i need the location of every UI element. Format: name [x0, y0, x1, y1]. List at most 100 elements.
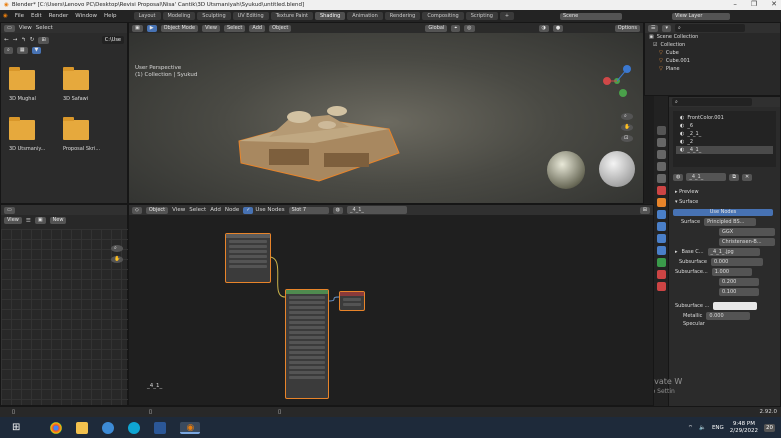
- menu-window[interactable]: Window: [75, 13, 97, 19]
- principled-bsdf-node[interactable]: [285, 289, 329, 399]
- parent-dir-icon[interactable]: ↰: [21, 37, 26, 43]
- menu-icon[interactable]: ☰: [26, 218, 31, 224]
- menu-render[interactable]: Render: [49, 13, 69, 19]
- editor-type-button[interactable]: ▭: [4, 24, 15, 32]
- network-icon[interactable]: ⌔: [688, 424, 693, 431]
- tab-animation[interactable]: Animation: [347, 12, 383, 20]
- refresh-icon[interactable]: ↻: [30, 37, 35, 43]
- subsurface-value-field[interactable]: 0.000: [711, 258, 763, 266]
- tab-layout[interactable]: Layout: [133, 12, 161, 20]
- radius-z-field[interactable]: 0.100: [719, 288, 759, 296]
- outliner-row-plane[interactable]: ▽ Plane: [645, 65, 780, 73]
- output-tab-icon[interactable]: [656, 150, 666, 159]
- snap-icon[interactable]: ⌖: [451, 24, 461, 32]
- view-layer-selector[interactable]: View Layer: [672, 12, 730, 20]
- overlays-icon[interactable]: ◑: [538, 24, 549, 32]
- forward-arrow-icon[interactable]: →: [13, 37, 18, 43]
- display-mode-icon[interactable]: ▾: [662, 24, 671, 32]
- image-list-item[interactable]: ◐ _6: [676, 122, 773, 130]
- tab-sculpting[interactable]: Sculpting: [197, 12, 231, 20]
- file-item[interactable]: 3D Utsmaniy...: [9, 117, 59, 152]
- view-layer-tab-icon[interactable]: [656, 162, 666, 171]
- world-tab-icon[interactable]: [656, 186, 666, 195]
- chrome-icon[interactable]: [50, 421, 63, 434]
- building-model[interactable]: [229, 81, 409, 191]
- particles-tab-icon[interactable]: [656, 222, 666, 231]
- blender-taskbar-icon[interactable]: ◉: [180, 421, 201, 434]
- file-browser-view-menu[interactable]: View: [19, 25, 32, 31]
- language-indicator[interactable]: ENG: [712, 425, 724, 431]
- shading-mode-icon[interactable]: ●: [552, 24, 564, 32]
- outliner-row-collection[interactable]: ☑ Collection: [645, 41, 780, 49]
- image-list-item[interactable]: ◐ _2: [676, 138, 773, 146]
- editor-type-button[interactable]: ▣: [132, 24, 143, 32]
- display-mode-icon[interactable]: ▦: [16, 47, 28, 54]
- radius-y-field[interactable]: 0.200: [719, 278, 759, 286]
- data-tab-icon[interactable]: [656, 258, 666, 267]
- file-browser-select-menu[interactable]: Select: [36, 25, 53, 31]
- subsurface-method-dropdown[interactable]: Christensen-B...: [719, 238, 775, 246]
- search-icon[interactable]: ⌕: [4, 47, 13, 54]
- image-browse-icon[interactable]: ▣: [34, 217, 46, 224]
- viewport-view-menu[interactable]: View: [202, 24, 220, 32]
- tab-scripting[interactable]: Scripting: [465, 12, 498, 20]
- editor-type-button[interactable]: ▭: [4, 206, 15, 214]
- 3d-viewport[interactable]: ▣ ▶ Object Mode View Select Add Object G…: [128, 22, 644, 204]
- path-field[interactable]: C:\Use: [101, 36, 124, 44]
- editor-type-button[interactable]: ☰: [648, 24, 659, 32]
- image-list-item-selected[interactable]: ◐ _4_1_: [676, 146, 773, 154]
- tab-shading[interactable]: Shading: [314, 12, 346, 20]
- add-workspace-button[interactable]: +: [499, 12, 515, 20]
- menu-help[interactable]: Help: [104, 13, 117, 19]
- zoom-icon[interactable]: ⌕: [111, 245, 124, 252]
- new-image-button[interactable]: New: [49, 217, 67, 224]
- unlink-material-icon[interactable]: ✕: [741, 173, 753, 181]
- image-canvas[interactable]: [1, 229, 129, 405]
- preview-section[interactable]: ▸ Preview: [669, 187, 780, 197]
- proportional-edit-icon[interactable]: ◎: [464, 24, 475, 32]
- pan-hand-icon[interactable]: ✋: [111, 256, 124, 263]
- tab-uv-editing[interactable]: UV Editing: [232, 12, 269, 20]
- outliner-row-scene-collection[interactable]: ▣ Scene Collection: [645, 33, 780, 41]
- physics-tab-icon[interactable]: [656, 234, 666, 243]
- zoom-icon[interactable]: ⌕: [621, 113, 634, 120]
- file-item[interactable]: 3D Safawi: [63, 67, 113, 102]
- distribution-dropdown[interactable]: GGX: [719, 228, 775, 236]
- select-tool-icon[interactable]: ▶: [146, 24, 157, 32]
- windows-start-icon[interactable]: ⊞: [12, 422, 20, 433]
- minimize-button[interactable]: –: [733, 0, 737, 8]
- surface-shader-field[interactable]: Principled BS...: [704, 218, 757, 226]
- notification-badge[interactable]: 20: [764, 423, 775, 432]
- surface-section[interactable]: ▾ Surface: [669, 197, 780, 207]
- material-sphere-icon[interactable]: ◍: [673, 173, 684, 181]
- image-texture-node[interactable]: [225, 233, 271, 283]
- modifier-tab-icon[interactable]: [656, 210, 666, 219]
- clock[interactable]: 9:48 PM 2/29/2022: [730, 421, 758, 435]
- subsurface-color-swatch[interactable]: [713, 302, 758, 310]
- outliner-search-field[interactable]: ⌕: [675, 24, 745, 32]
- viewport-options-button[interactable]: Options: [614, 24, 640, 32]
- constraints-tab-icon[interactable]: [656, 246, 666, 255]
- pan-hand-icon[interactable]: ✋: [621, 124, 634, 131]
- tool-tab-icon[interactable]: [656, 126, 666, 135]
- material-name-field[interactable]: _4_1_: [686, 173, 727, 181]
- file-item[interactable]: Proposal Skri...: [63, 117, 113, 152]
- maximize-button[interactable]: ❐: [751, 0, 757, 8]
- scene-selector[interactable]: Scene: [560, 12, 622, 20]
- navigation-gizmo[interactable]: [597, 59, 637, 103]
- render-tab-icon[interactable]: [656, 138, 666, 147]
- outliner-row-cube[interactable]: ▽ Cube: [645, 49, 780, 57]
- use-nodes-button[interactable]: Use Nodes: [673, 208, 773, 216]
- radius-x-field[interactable]: 1.000: [711, 268, 752, 276]
- object-tab-icon[interactable]: [656, 198, 666, 207]
- file-item[interactable]: 3D Mughal: [9, 67, 59, 102]
- blender-menu-icon[interactable]: ◉: [3, 13, 8, 19]
- material-output-node[interactable]: [339, 291, 365, 311]
- filter-icon[interactable]: ▼: [31, 47, 42, 54]
- new-folder-button[interactable]: ⊞: [38, 36, 49, 44]
- image-view-menu[interactable]: View: [4, 217, 22, 224]
- photos-icon[interactable]: [102, 421, 115, 434]
- image-list-item[interactable]: ◐ _2_1_: [676, 130, 773, 138]
- speaker-icon[interactable]: 🔈: [699, 425, 706, 431]
- viewport-select-menu[interactable]: Select: [223, 24, 246, 32]
